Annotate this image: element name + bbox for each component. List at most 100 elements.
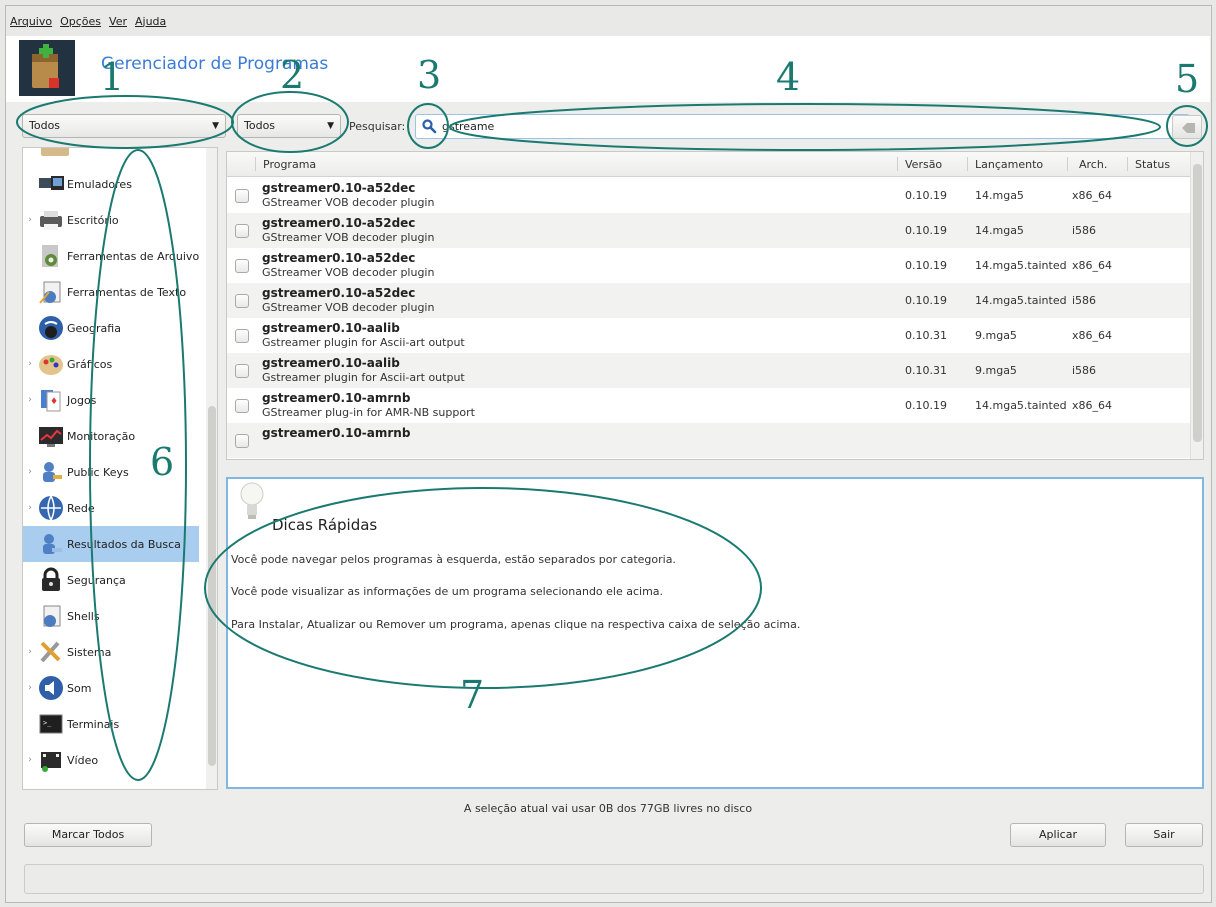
package-description: GStreamer VOB decoder plugin bbox=[262, 266, 435, 279]
column-separator bbox=[967, 157, 968, 171]
filter1-select[interactable]: Todos ▼ bbox=[22, 114, 226, 138]
package-checkbox[interactable] bbox=[235, 294, 249, 308]
table-row[interactable]: gstreamer0.10-a52dec GStreamer VOB decode… bbox=[227, 213, 1190, 248]
package-description: GStreamer VOB decoder plugin bbox=[262, 301, 435, 314]
sidebar-item-label: Vídeo bbox=[67, 753, 99, 767]
sidebar-item-shells[interactable]: Shells bbox=[23, 598, 203, 634]
sidebar-item-ferramentas-de-arquivo[interactable]: Ferramentas de Arquivo bbox=[23, 238, 203, 274]
package-release: 14.mga5.tainted bbox=[975, 294, 1067, 307]
sidebar-item-label: Jogos bbox=[67, 393, 97, 407]
package-checkbox[interactable] bbox=[235, 329, 249, 343]
expander-arrow-icon[interactable]: › bbox=[23, 647, 37, 657]
menu-ajuda[interactable]: Ajuda bbox=[135, 15, 166, 28]
sidebar-item-label: Rede bbox=[67, 501, 95, 515]
sidebar-item-label: Terminais bbox=[67, 717, 120, 731]
column-programa[interactable]: Programa bbox=[263, 158, 316, 171]
package-description: GStreamer VOB decoder plugin bbox=[262, 231, 435, 244]
sidebar-item-label: Ferramentas de Arquivo bbox=[67, 249, 200, 263]
tools-icon bbox=[40, 641, 61, 663]
film-icon bbox=[41, 752, 61, 772]
sidebar-item-som[interactable]: › Som bbox=[23, 670, 203, 706]
sidebar-item-ferramentas-de-texto[interactable]: Ferramentas de Texto bbox=[23, 274, 203, 310]
package-list[interactable]: Programa Versão Lançamento Arch. Status … bbox=[226, 151, 1204, 460]
search-icon[interactable] bbox=[421, 118, 437, 134]
expander-arrow-icon[interactable]: › bbox=[23, 683, 37, 693]
sidebar-item-jogos[interactable]: › ♦ Jogos bbox=[23, 382, 203, 418]
package-list-scrollbar[interactable] bbox=[1190, 152, 1203, 459]
select-all-button[interactable]: Marcar Todos bbox=[24, 823, 152, 847]
package-release: 9.mga5 bbox=[975, 329, 1017, 342]
package-description: Gstreamer plugin for Ascii-art output bbox=[262, 371, 465, 384]
search-box[interactable] bbox=[415, 114, 1190, 139]
cards-icon: ♦ bbox=[41, 390, 61, 412]
clear-search-button[interactable] bbox=[1172, 115, 1202, 139]
package-release: 14.mga5.tainted bbox=[975, 399, 1067, 412]
expander-arrow-icon[interactable]: › bbox=[23, 215, 37, 225]
column-arch[interactable]: Arch. bbox=[1079, 158, 1107, 171]
chevron-down-icon: ▼ bbox=[327, 121, 334, 131]
column-separator bbox=[255, 157, 256, 171]
scrollbar-thumb[interactable] bbox=[208, 406, 216, 766]
table-row[interactable]: gstreamer0.10-amrnb GStreamer plug-in for… bbox=[227, 388, 1190, 423]
package-checkbox[interactable] bbox=[235, 434, 249, 448]
sidebar-item-rede[interactable]: › Rede bbox=[23, 490, 203, 526]
package-name: gstreamer0.10-a52dec bbox=[262, 251, 416, 265]
sidebar-item-terminais[interactable]: >_ Terminais bbox=[23, 706, 203, 742]
sidebar-item-geografia[interactable]: Geografia bbox=[23, 310, 203, 346]
sidebar-item-escritorio[interactable]: › Escritório bbox=[23, 202, 203, 238]
package-checkbox[interactable] bbox=[235, 224, 249, 238]
package-release: 14.mga5.tainted bbox=[975, 259, 1067, 272]
sidebar-item-monitoracao[interactable]: Monitoração bbox=[23, 418, 203, 454]
category-sidebar[interactable]: Emuladores › Escritório Ferramentas de A… bbox=[22, 147, 218, 790]
expander-arrow-icon[interactable]: › bbox=[23, 359, 37, 369]
expander-arrow-icon[interactable]: › bbox=[23, 395, 37, 405]
chevron-down-icon: ▼ bbox=[212, 121, 219, 131]
search-input[interactable] bbox=[442, 117, 1182, 136]
package-description: Gstreamer plugin for Ascii-art output bbox=[262, 336, 465, 349]
sidebar-item-label: Gráficos bbox=[67, 357, 113, 371]
table-row[interactable]: gstreamer0.10-amrnb bbox=[227, 423, 1190, 458]
app-title: Gerenciador de Programas bbox=[101, 54, 329, 74]
table-row[interactable]: gstreamer0.10-aalib Gstreamer plugin for … bbox=[227, 353, 1190, 388]
package-checkbox[interactable] bbox=[235, 364, 249, 378]
package-version: 0.10.31 bbox=[905, 364, 947, 377]
table-row[interactable]: gstreamer0.10-a52dec GStreamer VOB decode… bbox=[227, 248, 1190, 283]
sidebar-item-video[interactable]: › Vídeo bbox=[23, 742, 203, 778]
sidebar-item-emuladores[interactable]: Emuladores bbox=[23, 166, 203, 202]
package-version: 0.10.19 bbox=[905, 294, 947, 307]
apply-button[interactable]: Aplicar bbox=[1010, 823, 1106, 847]
package-release: 14.mga5 bbox=[975, 224, 1024, 237]
sidebar-scrollbar[interactable] bbox=[206, 148, 217, 789]
sidebar-item-public-keys[interactable]: › Public Keys bbox=[23, 454, 203, 490]
scrollbar-thumb[interactable] bbox=[1193, 164, 1202, 442]
sidebar-item-sistema[interactable]: › Sistema bbox=[23, 634, 203, 670]
expander-arrow-icon[interactable]: › bbox=[23, 503, 37, 513]
expander-arrow-icon[interactable]: › bbox=[23, 467, 37, 477]
sidebar-item-resultados-da-busca[interactable]: Resultados da Busca bbox=[23, 526, 199, 562]
shell-icon bbox=[43, 605, 61, 627]
expander-arrow-icon[interactable]: › bbox=[23, 755, 37, 765]
sidebar-item-seguranca[interactable]: Segurança bbox=[23, 562, 203, 598]
menu-opcoes[interactable]: Opções bbox=[60, 15, 101, 28]
package-description: GStreamer plug-in for AMR-NB support bbox=[262, 406, 475, 419]
package-checkbox[interactable] bbox=[235, 189, 249, 203]
package-release: 14.mga5 bbox=[975, 189, 1024, 202]
sidebar-item-graficos[interactable]: › Gráficos bbox=[23, 346, 203, 382]
quit-button[interactable]: Sair bbox=[1125, 823, 1203, 847]
package-checkbox[interactable] bbox=[235, 259, 249, 273]
menu-arquivo[interactable]: Arquivo bbox=[10, 15, 52, 28]
header-banner: Gerenciador de Programas bbox=[6, 36, 1210, 102]
table-row[interactable]: gstreamer0.10-aalib Gstreamer plugin for … bbox=[227, 318, 1190, 353]
filter2-select[interactable]: Todos ▼ bbox=[237, 114, 341, 138]
package-checkbox[interactable] bbox=[235, 399, 249, 413]
menu-ver[interactable]: Ver bbox=[109, 15, 127, 28]
column-lancamento[interactable]: Lançamento bbox=[975, 158, 1043, 171]
filter2-value: Todos bbox=[244, 119, 276, 132]
table-row[interactable]: gstreamer0.10-a52dec GStreamer VOB decode… bbox=[227, 283, 1190, 318]
table-row[interactable]: gstreamer0.10-a52dec GStreamer VOB decode… bbox=[227, 178, 1190, 213]
column-versao[interactable]: Versão bbox=[905, 158, 942, 171]
svg-text:♦: ♦ bbox=[50, 397, 58, 407]
keys-icon bbox=[43, 462, 62, 482]
progress-bar bbox=[24, 864, 1204, 894]
column-status[interactable]: Status bbox=[1135, 158, 1170, 171]
